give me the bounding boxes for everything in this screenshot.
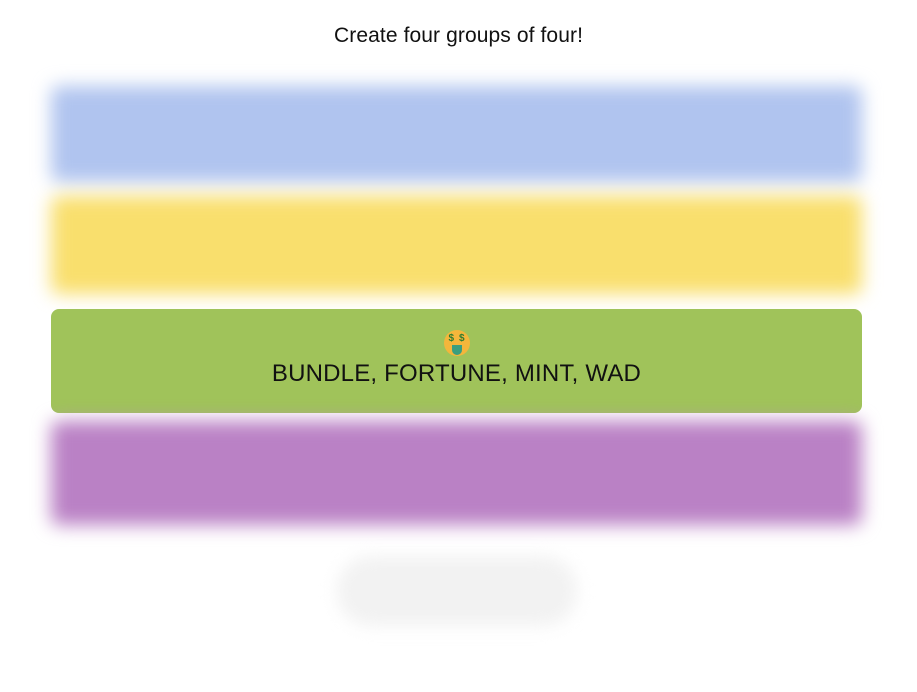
solved-group-green: $ $ BUNDLE, FORTUNE, MINT, WAD <box>51 309 862 413</box>
instructions-text: Create four groups of four! <box>334 24 583 47</box>
blurred-group-yellow <box>51 196 862 294</box>
blurred-group-purple <box>51 421 862 525</box>
money-mouth-face-icon: $ $ <box>443 329 470 356</box>
blurred-group-blue <box>51 86 862 182</box>
blurred-button[interactable] <box>337 556 577 626</box>
group-members: BUNDLE, FORTUNE, MINT, WAD <box>271 360 642 387</box>
game-board: Create four groups of four! $ $ BUNDLE, … <box>0 0 917 692</box>
